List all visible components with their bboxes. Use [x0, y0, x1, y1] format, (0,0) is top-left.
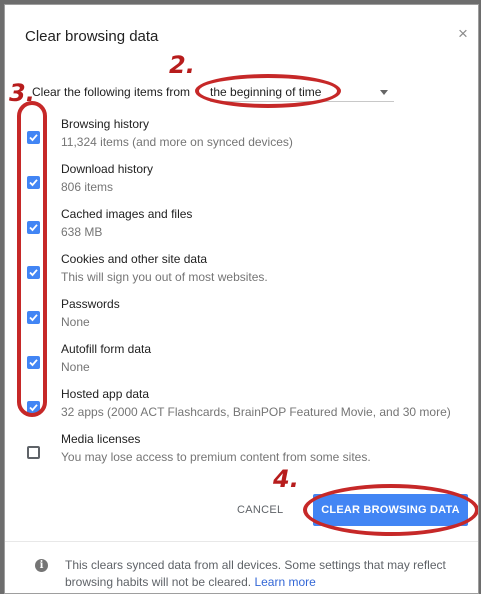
checkbox-checked[interactable] [27, 221, 40, 234]
item-description: 638 MB [61, 225, 103, 239]
item-label: Passwords [61, 297, 120, 311]
item-description: This will sign you out of most websites. [61, 270, 268, 284]
checkbox-checked[interactable] [27, 176, 40, 189]
footer-divider [5, 541, 478, 542]
item-label: Media licenses [61, 432, 141, 446]
item-label: Autofill form data [61, 342, 152, 356]
clear-browsing-data-button[interactable]: CLEAR BROWSING DATA [313, 494, 468, 526]
time-range-select[interactable]: the beginning of time [210, 81, 394, 102]
info-icon: i [35, 559, 48, 572]
cancel-button[interactable]: CANCEL [237, 504, 283, 516]
item-description: 32 apps (2000 ACT Flashcards, BrainPOP F… [61, 405, 451, 419]
data-type-item: Hosted app data 32 apps (2000 ACT Flashca… [5, 387, 478, 431]
item-description: None [61, 315, 90, 329]
checkbox-checked[interactable] [27, 266, 40, 279]
close-icon[interactable]: × [458, 25, 468, 42]
learn-more-link[interactable]: Learn more [254, 575, 315, 589]
data-type-item: Browsing history 11,324 items (and more o… [5, 117, 478, 161]
item-description: None [61, 360, 90, 374]
checkbox-checked[interactable] [27, 356, 40, 369]
item-description: 806 items [61, 180, 114, 194]
item-label: Download history [61, 162, 154, 176]
checkbox-checked[interactable] [27, 401, 40, 414]
data-type-item: Cookies and other site data This will sig… [5, 252, 478, 296]
annotation-step-3: 3. [9, 79, 35, 107]
checkbox-checked[interactable] [27, 131, 40, 144]
item-label: Cached images and files [61, 207, 193, 221]
data-type-item: Autofill form data None [5, 342, 478, 386]
time-range-value: the beginning of time [210, 85, 322, 99]
dialog-title: Clear browsing data [25, 28, 159, 45]
checkbox-unchecked[interactable] [27, 446, 40, 459]
item-label: Cookies and other site data [61, 252, 208, 266]
checkbox-checked[interactable] [27, 311, 40, 324]
annotation-step-2: 2. [169, 51, 195, 79]
data-type-item: Cached images and files 638 MB [5, 207, 478, 251]
data-type-item: Media licenses You may lose access to pre… [5, 432, 478, 476]
data-type-item: Download history 806 items [5, 162, 478, 206]
annotation-step-4: 4. [273, 465, 299, 493]
item-description: 11,324 items (and more on synced devices… [61, 135, 293, 149]
item-description: You may lose access to premium content f… [61, 450, 371, 464]
item-label: Hosted app data [61, 387, 150, 401]
item-label: Browsing history [61, 117, 150, 131]
time-range-label: Clear the following items from [32, 85, 191, 99]
chevron-down-icon [380, 90, 388, 95]
clear-browsing-data-dialog: Clear browsing data × Clear the followin… [4, 4, 479, 594]
data-type-item: Passwords None [5, 297, 478, 341]
footer-note: This clears synced data from all devices… [65, 557, 465, 591]
